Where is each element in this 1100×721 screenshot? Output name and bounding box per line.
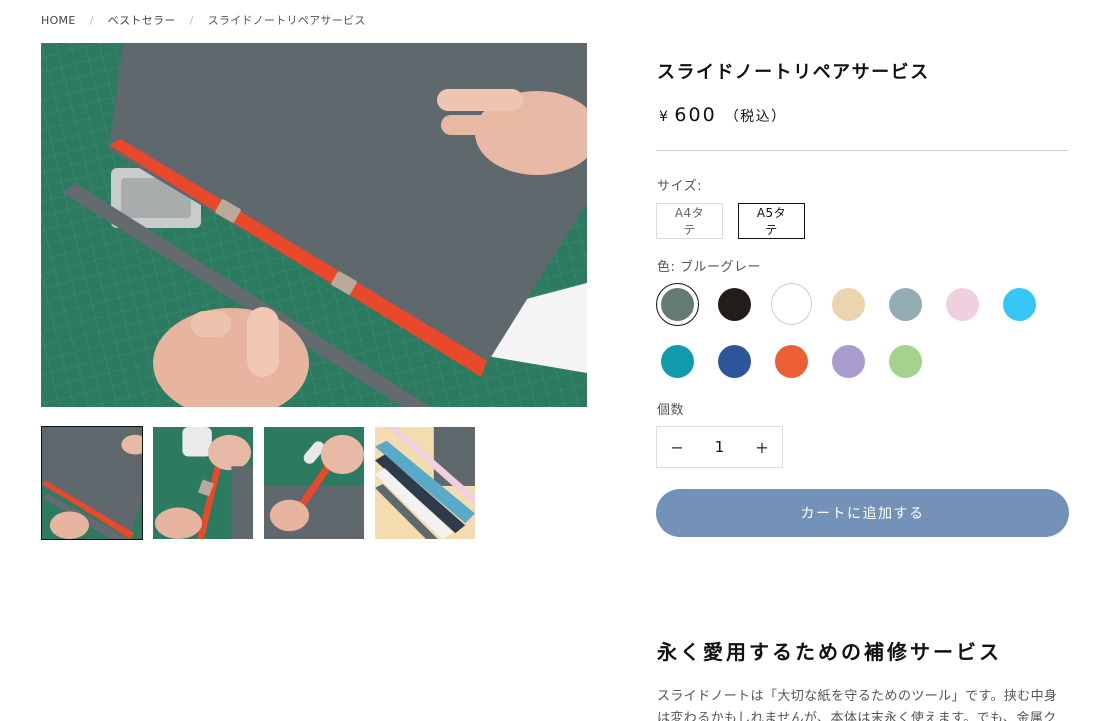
swatch-gray[interactable]: [884, 283, 927, 326]
swatch-beige[interactable]: [827, 283, 870, 326]
breadcrumb-current: スライドノートリペアサービス: [207, 14, 366, 27]
breadcrumb-separator: /: [89, 13, 94, 27]
swatch-white[interactable]: [770, 283, 813, 326]
product-price: ¥ 600 （税込）: [659, 104, 787, 126]
price-amount: 600: [674, 104, 717, 126]
thumbnail-2[interactable]: [152, 426, 254, 540]
size-option-a5[interactable]: A5タテ: [738, 203, 805, 239]
quantity-increase-button[interactable]: +: [742, 427, 782, 467]
swatch-color: [889, 287, 922, 321]
thumbnail-4[interactable]: [374, 426, 476, 540]
swatch-color: [661, 344, 694, 378]
quantity-decrease-button[interactable]: −: [657, 427, 697, 467]
breadcrumb-bestseller-link[interactable]: ベストセラー: [108, 12, 176, 28]
quantity-stepper: − 1 +: [656, 426, 783, 468]
size-label: サイズ:: [657, 179, 702, 194]
quantity-label: 個数: [657, 403, 685, 418]
tax-note: （税込）: [724, 109, 787, 125]
swatch-green[interactable]: [884, 340, 927, 383]
swatch-turquoise[interactable]: [656, 340, 699, 383]
swatch-color: [771, 283, 812, 325]
swatch-blue-gray[interactable]: [656, 282, 699, 326]
add-to-cart-button[interactable]: カートに追加する: [656, 489, 1069, 537]
swatch-color: [1003, 287, 1036, 321]
swatch-purple[interactable]: [827, 340, 870, 383]
description-text: スライドノートは「大切な紙を守るためのツール」です。挟む中身は変わるかもしれませ…: [657, 689, 1058, 721]
swatch-color: [832, 344, 865, 378]
quantity-value[interactable]: 1: [697, 438, 742, 456]
description-heading: 永く愛用するための補修サービス: [657, 640, 1002, 664]
swatch-black[interactable]: [713, 283, 756, 326]
swatch-pink[interactable]: [941, 283, 984, 326]
breadcrumb-home-link[interactable]: HOME: [41, 14, 76, 27]
product-main-image[interactable]: [41, 43, 587, 407]
swatch-color: [661, 287, 694, 321]
swatch-navy[interactable]: [713, 340, 756, 383]
swatch-color: [946, 287, 979, 321]
breadcrumb: HOME / ベストセラー / スライドノートリペアサービス: [41, 12, 366, 28]
size-options: A4タテ A5タテ: [656, 203, 805, 239]
currency-symbol: ¥: [659, 109, 670, 125]
swatch-sky-blue[interactable]: [998, 283, 1041, 326]
swatch-color: [832, 287, 865, 321]
divider: [656, 150, 1068, 151]
color-label: 色: ブルーグレー: [657, 260, 762, 275]
swatch-color: [718, 287, 751, 321]
color-swatches-row-2: [656, 340, 941, 382]
swatch-orange[interactable]: [770, 340, 813, 383]
breadcrumb-separator: /: [189, 13, 194, 27]
swatch-color: [718, 344, 751, 378]
swatch-color: [889, 344, 922, 378]
thumbnail-1[interactable]: [41, 426, 143, 540]
thumbnail-3[interactable]: [263, 426, 365, 540]
size-option-a4[interactable]: A4タテ: [656, 203, 723, 239]
product-title: スライドノートリペアサービス: [657, 62, 930, 83]
thumbnail-gallery: [41, 426, 476, 540]
swatch-color: [775, 344, 808, 378]
color-swatches-row-1: [656, 282, 1055, 326]
